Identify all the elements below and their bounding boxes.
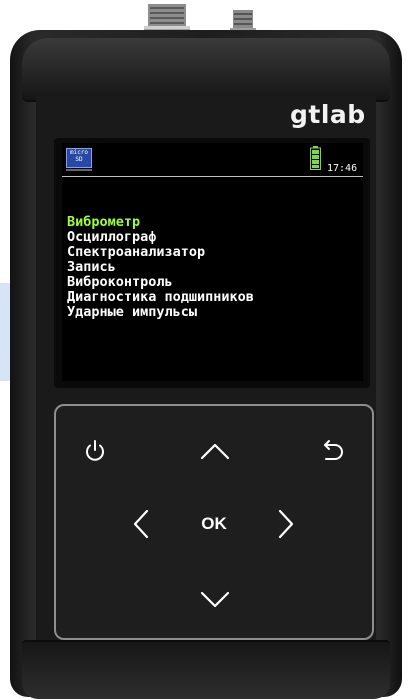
device-screen: micro SD 17:46 Виброметр Осциллограф Спе…	[62, 143, 363, 381]
left-button[interactable]	[119, 502, 163, 546]
battery-icon	[310, 146, 321, 170]
micro-sd-icon: micro SD	[66, 148, 92, 168]
menu-item-vibration-control[interactable]: Виброконтроль	[67, 275, 254, 290]
keypad: OK	[54, 404, 374, 640]
ok-label: OK	[201, 514, 227, 533]
menu-item-vibrometer[interactable]: Виброметр	[67, 215, 254, 230]
clock-display: 17:46	[327, 163, 358, 174]
top-bumper	[22, 38, 390, 102]
menu-item-spectrum-analyzer[interactable]: Спектроанализатор	[67, 245, 254, 260]
up-button[interactable]	[193, 429, 237, 473]
ok-button[interactable]: OK	[192, 502, 236, 546]
menu-item-recording[interactable]: Запись	[67, 260, 254, 275]
chevron-right-icon	[278, 509, 294, 539]
back-button[interactable]	[311, 429, 355, 473]
bottom-bumper	[22, 640, 390, 699]
down-button[interactable]	[193, 578, 237, 622]
menu-item-shock-pulses[interactable]: Ударные импульсы	[67, 305, 254, 320]
back-arrow-icon	[324, 440, 343, 460]
sd-indicator-bar	[66, 169, 92, 171]
status-bar-divider	[62, 176, 363, 177]
menu-item-bearing-diagnostics[interactable]: Диагностика подшипников	[67, 290, 254, 305]
brand-logo: gtlab	[290, 100, 366, 129]
chevron-left-icon	[133, 509, 149, 539]
main-menu: Виброметр Осциллограф Спектроанализатор …	[67, 215, 254, 320]
right-button[interactable]	[264, 502, 308, 546]
power-icon	[86, 440, 104, 461]
power-button[interactable]	[73, 429, 117, 473]
chevron-up-icon	[200, 443, 230, 460]
menu-item-oscilloscope[interactable]: Осциллограф	[67, 230, 254, 245]
chevron-down-icon	[200, 591, 230, 608]
